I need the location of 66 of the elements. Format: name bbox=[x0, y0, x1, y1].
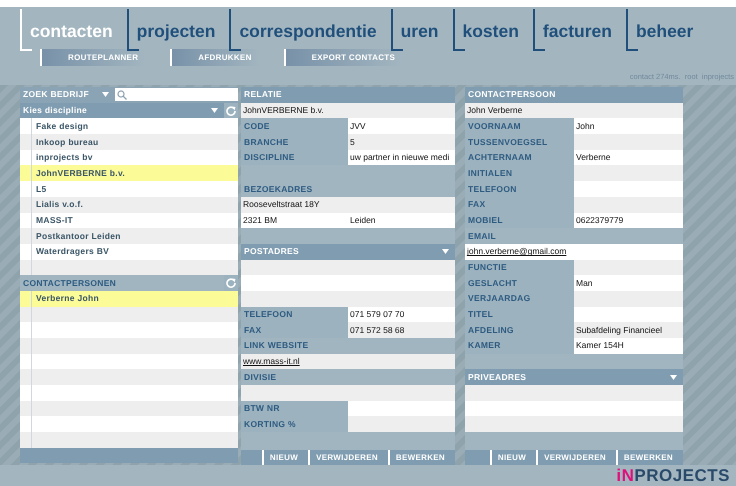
refresh-icon[interactable] bbox=[226, 106, 236, 116]
field-label: KORTING % bbox=[241, 416, 348, 432]
field-label: BRANCHE bbox=[241, 134, 348, 150]
list-item[interactable]: Postkantoor Leiden bbox=[20, 228, 238, 244]
field-value: John Verberne bbox=[466, 104, 522, 117]
field-label: FUNCTIE bbox=[465, 260, 574, 276]
field-label: BTW NR bbox=[241, 400, 348, 416]
field-label: CODE bbox=[241, 118, 348, 134]
field-value: uw partner in nieuwe medi bbox=[348, 150, 455, 166]
field-value: Rooseveltstraat 18Y bbox=[242, 198, 320, 212]
field-label: TELEFOON bbox=[465, 181, 574, 197]
section-label: EMAIL bbox=[468, 230, 496, 242]
list-item[interactable]: L5 bbox=[20, 181, 238, 197]
field-value: 0622379779 bbox=[574, 212, 683, 228]
panel-title: CONTACTPERSOON bbox=[468, 88, 556, 102]
section-label: DIVISIE bbox=[244, 370, 276, 384]
field-label: AFDELING bbox=[465, 322, 574, 338]
field-value: Kamer 154H bbox=[574, 338, 683, 354]
dropdown-icon[interactable] bbox=[670, 374, 677, 380]
field-value: 071 579 07 70 bbox=[348, 306, 455, 322]
field-label: VERJAARDAG bbox=[465, 290, 574, 307]
field-label: VOORNAAM bbox=[465, 118, 574, 134]
field-label: DISCIPLINE bbox=[241, 150, 348, 166]
dropdown-icon[interactable] bbox=[211, 108, 218, 114]
list-item[interactable]: Waterdragers BV bbox=[20, 244, 238, 260]
nav-tab[interactable]: facturen bbox=[532, 9, 626, 51]
field-value: JohnVERBERNE b.v. bbox=[242, 104, 324, 117]
field-label: INITIALEN bbox=[465, 165, 574, 182]
search-icon bbox=[117, 90, 127, 100]
section-label: LINK WEBSITE bbox=[244, 339, 309, 352]
field-label: TUSSENVOEGSEL bbox=[465, 134, 574, 150]
field-value: Subafdeling Financieel bbox=[574, 322, 683, 338]
dropdown-icon[interactable] bbox=[102, 92, 109, 98]
field-label: GESLACHT bbox=[465, 275, 574, 291]
field-label: TELEFOON bbox=[241, 306, 348, 322]
search-label: ZOEK BEDRIJF bbox=[23, 88, 89, 102]
field-value: Man bbox=[574, 275, 683, 291]
list-item[interactable]: JohnVERBERNE b.v. bbox=[20, 165, 238, 182]
field-label: ACHTERNAAM bbox=[465, 150, 574, 166]
panel-title: RELATIE bbox=[244, 88, 282, 102]
list-item[interactable]: inprojects bv bbox=[20, 150, 238, 166]
field-value: 5 bbox=[348, 134, 455, 150]
logo: iNPROJECTS bbox=[616, 464, 730, 486]
field-label: FAX bbox=[241, 322, 348, 338]
nav-tab[interactable]: beheer bbox=[626, 9, 708, 51]
section-label: BEZOEKADRES bbox=[244, 182, 312, 196]
search-field[interactable] bbox=[115, 88, 238, 102]
field-label: TITEL bbox=[465, 306, 574, 322]
nav-tab[interactable]: kosten bbox=[452, 9, 533, 51]
refresh-icon[interactable] bbox=[226, 278, 236, 288]
field-value: 2321 BM bbox=[242, 214, 278, 227]
list-item[interactable]: Inkoop bureau bbox=[20, 134, 238, 150]
field-value: Leiden bbox=[349, 214, 377, 227]
field-value: Verberne bbox=[574, 150, 683, 166]
field-value: John bbox=[574, 118, 683, 134]
list-item[interactable]: Lialis v.o.f. bbox=[20, 196, 238, 212]
section-header: CONTACTPERSONEN bbox=[23, 276, 116, 290]
field-value: JVV bbox=[348, 118, 455, 134]
list-item[interactable]: MASS-IT bbox=[20, 212, 238, 228]
field-label: KAMER bbox=[465, 338, 574, 354]
field-label: MOBIEL bbox=[465, 212, 574, 228]
list-item[interactable]: Verberne John bbox=[20, 290, 238, 307]
dropdown-icon[interactable] bbox=[442, 249, 449, 254]
field-value: 071 572 58 68 bbox=[348, 322, 455, 338]
list-item[interactable]: Fake design bbox=[20, 118, 238, 134]
field-label: FAX bbox=[465, 196, 574, 212]
